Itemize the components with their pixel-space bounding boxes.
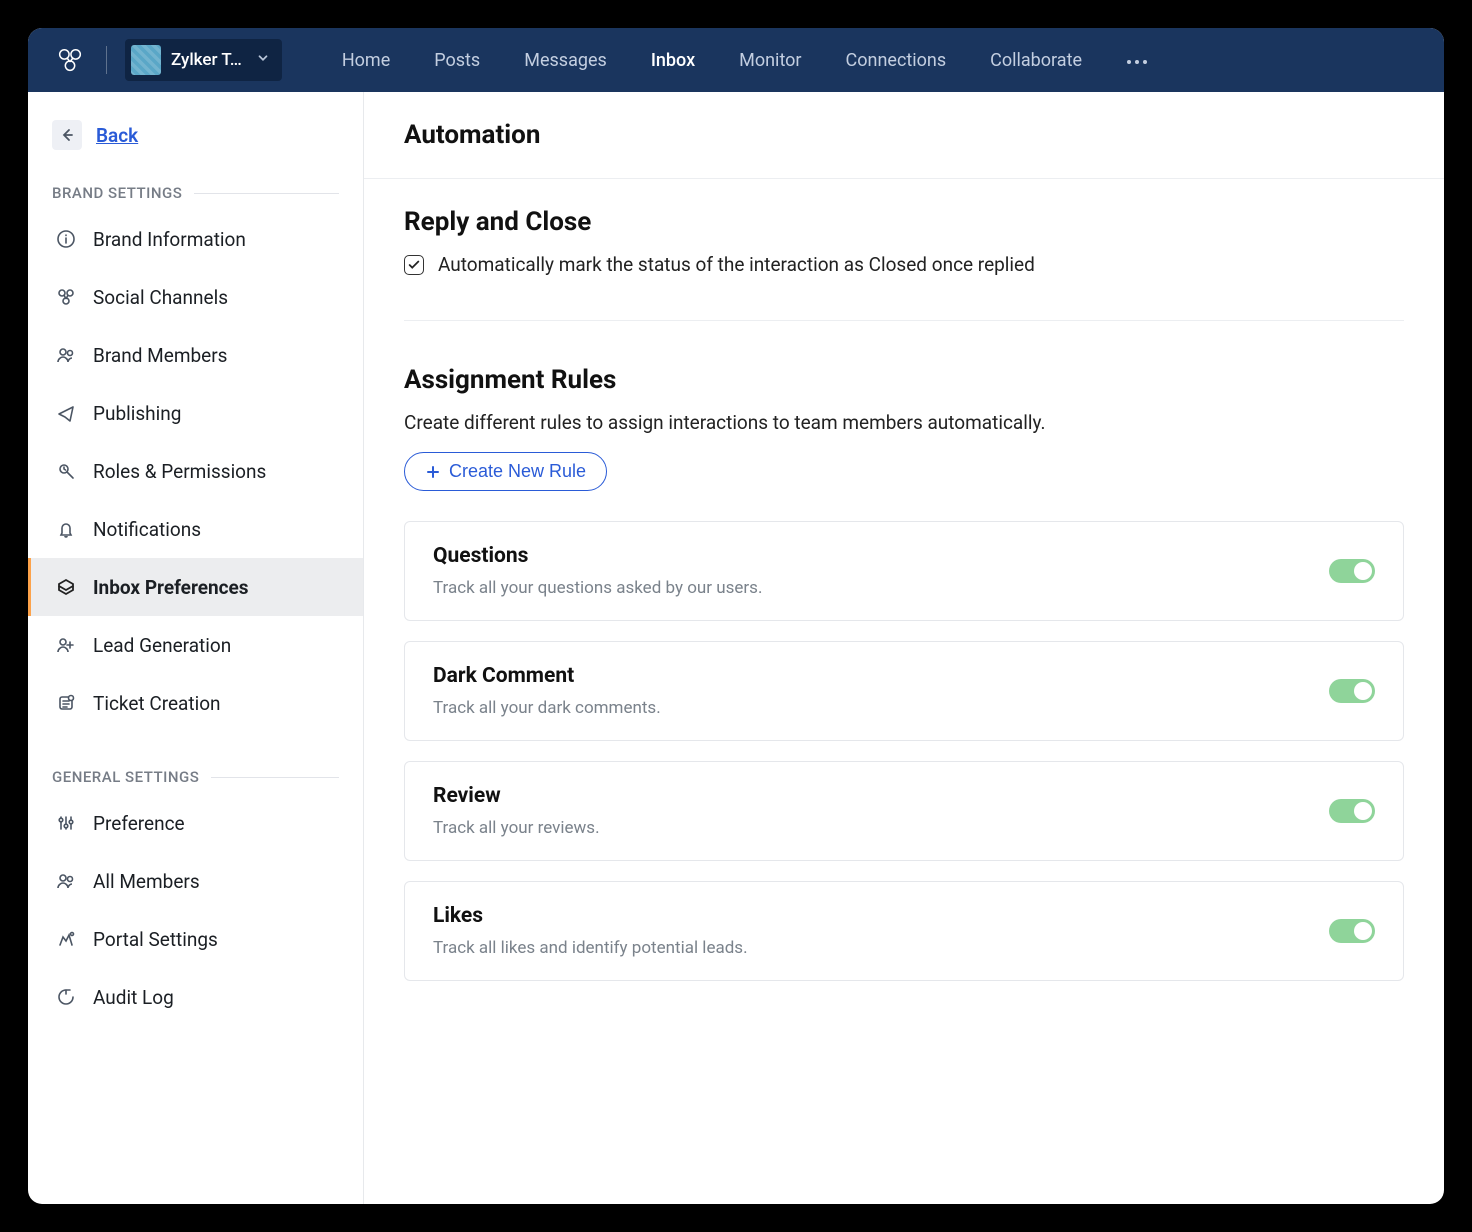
sidebar-item-brand-information[interactable]: Brand Information bbox=[28, 210, 363, 268]
brand-settings-header: BRAND SETTINGS bbox=[28, 168, 363, 210]
sidebar-item-label: Lead Generation bbox=[93, 634, 231, 657]
rule-title: Review bbox=[433, 784, 600, 808]
back-icon[interactable] bbox=[52, 120, 82, 150]
sidebar-icon bbox=[55, 693, 77, 713]
sidebar-item-label: Social Channels bbox=[93, 286, 228, 309]
sidebar-icon bbox=[55, 461, 77, 481]
sidebar-item-label: Brand Information bbox=[93, 228, 246, 251]
rule-desc: Track all your questions asked by our us… bbox=[433, 578, 762, 598]
sidebar: Back BRAND SETTINGS Brand Information Soc… bbox=[28, 92, 364, 1204]
sidebar-icon bbox=[55, 635, 77, 655]
sidebar-item-label: All Members bbox=[93, 870, 200, 893]
sidebar-item-notifications[interactable]: Notifications bbox=[28, 500, 363, 558]
sidebar-item-label: Publishing bbox=[93, 402, 181, 425]
rule-title: Questions bbox=[433, 544, 762, 568]
sidebar-icon bbox=[55, 519, 77, 539]
sidebar-item-label: Notifications bbox=[93, 518, 201, 541]
body: Back BRAND SETTINGS Brand Information Soc… bbox=[28, 92, 1444, 1204]
sidebar-item-portal-settings[interactable]: Portal Settings bbox=[28, 910, 363, 968]
main-content: Automation Reply and Close Automatically… bbox=[364, 92, 1444, 1204]
topbar: Zylker T… Home Posts Messages Inbox Monitor C… bbox=[28, 28, 1444, 92]
nav-item-messages[interactable]: Messages bbox=[522, 46, 609, 75]
sidebar-item-lead-generation[interactable]: Lead Generation bbox=[28, 616, 363, 674]
sidebar-item-label: Brand Members bbox=[93, 344, 227, 367]
nav-item-connections[interactable]: Connections bbox=[844, 46, 949, 75]
rule-toggle[interactable] bbox=[1329, 919, 1375, 943]
assignment-desc: Create different rules to assign interac… bbox=[404, 411, 1404, 434]
rule-card-questions: Questions Track all your questions asked… bbox=[404, 521, 1404, 621]
brand-selector[interactable]: Zylker T… bbox=[125, 39, 282, 81]
sidebar-icon bbox=[55, 287, 77, 307]
general-settings-header: GENERAL SETTINGS bbox=[28, 752, 363, 794]
sidebar-item-label: Inbox Preferences bbox=[93, 576, 249, 599]
sidebar-item-audit-log[interactable]: Audit Log bbox=[28, 968, 363, 1026]
rule-card-dark-comment: Dark Comment Track all your dark comment… bbox=[404, 641, 1404, 741]
nav-item-posts[interactable]: Posts bbox=[432, 46, 482, 75]
rule-toggle[interactable] bbox=[1329, 799, 1375, 823]
sidebar-icon bbox=[55, 987, 77, 1007]
rule-title: Dark Comment bbox=[433, 664, 661, 688]
rule-desc: Track all your dark comments. bbox=[433, 698, 661, 718]
sidebar-icon bbox=[55, 229, 77, 249]
sidebar-item-all-members[interactable]: All Members bbox=[28, 852, 363, 910]
brand-logo-icon bbox=[131, 45, 161, 75]
sidebar-item-inbox-preferences[interactable]: Inbox Preferences bbox=[28, 558, 363, 616]
reply-close-title: Reply and Close bbox=[404, 207, 1404, 237]
app-logo-icon bbox=[52, 42, 88, 78]
brand-name: Zylker T… bbox=[171, 50, 242, 70]
nav-item-inbox[interactable]: Inbox bbox=[649, 46, 697, 75]
rule-card-likes: Likes Track all likes and identify poten… bbox=[404, 881, 1404, 981]
section-divider bbox=[404, 320, 1404, 321]
assignment-title: Assignment Rules bbox=[404, 365, 1404, 395]
sidebar-item-preference[interactable]: Preference bbox=[28, 794, 363, 852]
nav-item-collaborate[interactable]: Collaborate bbox=[988, 46, 1084, 75]
page-title: Automation bbox=[404, 120, 1404, 150]
sidebar-item-social-channels[interactable]: Social Channels bbox=[28, 268, 363, 326]
rule-toggle[interactable] bbox=[1329, 679, 1375, 703]
topbar-divider bbox=[106, 46, 107, 74]
more-icon[interactable] bbox=[1126, 51, 1148, 70]
rule-desc: Track all likes and identify potential l… bbox=[433, 938, 748, 958]
back-link[interactable]: Back bbox=[96, 124, 138, 147]
sidebar-icon bbox=[55, 403, 77, 423]
reply-close-row: Automatically mark the status of the int… bbox=[404, 253, 1404, 276]
sidebar-item-label: Roles & Permissions bbox=[93, 460, 266, 483]
top-nav: Home Posts Messages Inbox Monitor Connections… bbox=[340, 46, 1084, 75]
sidebar-item-brand-members[interactable]: Brand Members bbox=[28, 326, 363, 384]
reply-close-checkbox[interactable] bbox=[404, 255, 424, 275]
chevron-down-icon bbox=[256, 51, 270, 69]
sidebar-icon bbox=[55, 929, 77, 949]
app-window: Zylker T… Home Posts Messages Inbox Monitor C… bbox=[28, 28, 1444, 1204]
create-rule-button[interactable]: Create New Rule bbox=[404, 452, 607, 491]
sidebar-item-roles-permissions[interactable]: Roles & Permissions bbox=[28, 442, 363, 500]
sidebar-icon bbox=[55, 813, 77, 833]
nav-item-home[interactable]: Home bbox=[340, 46, 392, 75]
reply-close-text: Automatically mark the status of the int… bbox=[438, 253, 1035, 276]
create-rule-label: Create New Rule bbox=[449, 461, 586, 482]
sidebar-icon bbox=[55, 345, 77, 365]
rule-card-review: Review Track all your reviews. bbox=[404, 761, 1404, 861]
sidebar-item-publishing[interactable]: Publishing bbox=[28, 384, 363, 442]
sidebar-item-label: Ticket Creation bbox=[93, 692, 221, 715]
sidebar-item-ticket-creation[interactable]: Ticket Creation bbox=[28, 674, 363, 732]
rule-toggle[interactable] bbox=[1329, 559, 1375, 583]
sidebar-item-label: Preference bbox=[93, 812, 185, 835]
sidebar-icon bbox=[55, 577, 77, 597]
back-row: Back bbox=[28, 112, 363, 168]
nav-item-monitor[interactable]: Monitor bbox=[737, 46, 803, 75]
sidebar-item-label: Audit Log bbox=[93, 986, 174, 1009]
page-header: Automation bbox=[364, 92, 1444, 179]
content: Reply and Close Automatically mark the s… bbox=[364, 179, 1444, 1029]
rule-desc: Track all your reviews. bbox=[433, 818, 600, 838]
rule-title: Likes bbox=[433, 904, 748, 928]
sidebar-icon bbox=[55, 871, 77, 891]
sidebar-item-label: Portal Settings bbox=[93, 928, 218, 951]
